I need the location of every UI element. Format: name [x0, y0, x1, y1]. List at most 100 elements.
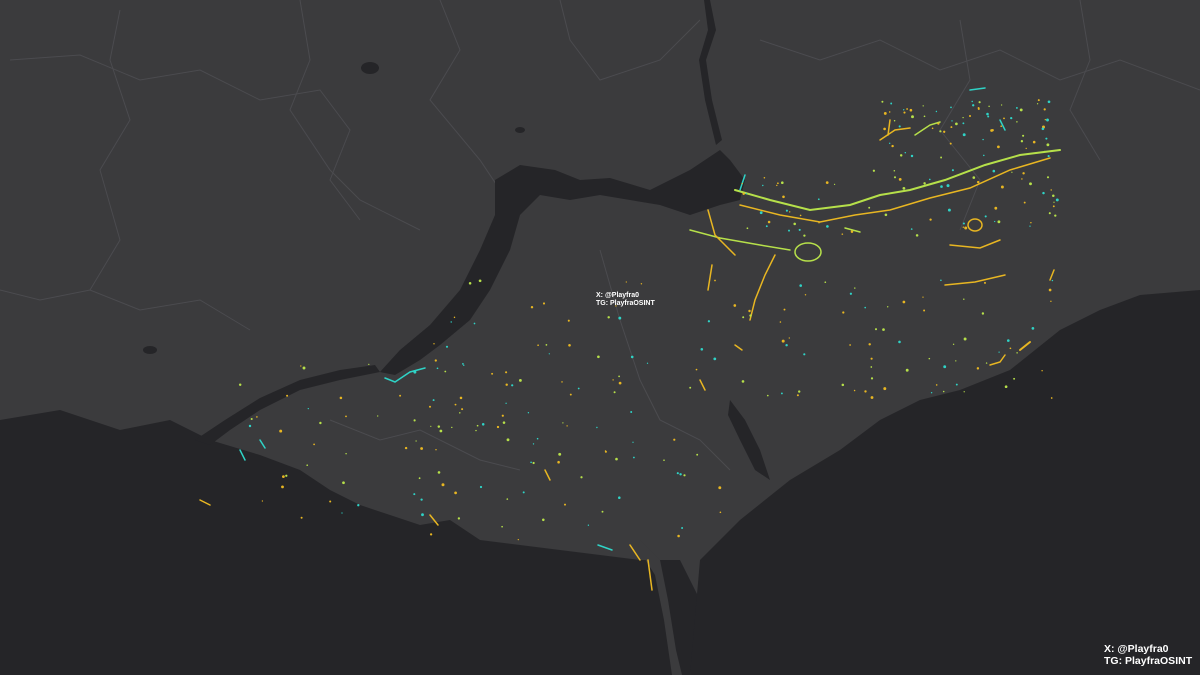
position-marker	[663, 459, 665, 461]
position-marker	[1047, 155, 1050, 158]
position-marker	[618, 375, 620, 378]
position-marker	[1042, 191, 1045, 195]
position-marker	[1021, 178, 1023, 180]
position-marker	[923, 182, 926, 185]
position-marker	[1043, 108, 1046, 111]
position-marker	[436, 367, 439, 370]
position-marker	[931, 127, 934, 130]
position-marker	[511, 384, 514, 387]
position-marker	[1003, 117, 1005, 120]
position-marker	[433, 343, 435, 345]
position-marker	[445, 345, 449, 348]
position-marker	[888, 142, 891, 145]
position-marker	[1052, 205, 1055, 208]
position-marker	[434, 359, 437, 362]
position-marker	[972, 104, 975, 107]
position-marker	[1048, 288, 1052, 292]
position-marker	[506, 438, 510, 442]
position-marker	[615, 457, 618, 461]
position-marker	[587, 524, 590, 526]
position-marker	[596, 426, 598, 429]
position-marker	[707, 320, 711, 323]
position-marker	[1019, 108, 1023, 112]
position-marker	[437, 425, 441, 428]
position-marker	[695, 368, 698, 371]
position-marker	[1046, 143, 1050, 147]
map-canvas[interactable]	[0, 0, 1200, 675]
position-marker	[911, 115, 914, 119]
position-marker	[766, 394, 769, 397]
position-marker	[532, 461, 535, 465]
position-marker	[429, 533, 433, 536]
position-marker	[962, 222, 965, 225]
position-marker	[776, 184, 778, 187]
position-marker	[339, 396, 343, 400]
position-marker	[803, 353, 806, 356]
position-marker	[285, 474, 288, 477]
position-marker	[420, 498, 423, 501]
position-marker	[1030, 221, 1032, 224]
position-marker	[947, 208, 951, 212]
position-marker	[939, 130, 942, 133]
position-marker	[788, 337, 790, 339]
position-marker	[713, 357, 717, 361]
position-marker	[935, 110, 938, 113]
position-marker	[793, 222, 796, 226]
position-marker	[542, 302, 546, 305]
position-marker	[601, 510, 604, 513]
position-marker	[567, 319, 570, 322]
position-marker	[994, 206, 998, 210]
position-marker	[890, 102, 893, 105]
position-marker	[357, 504, 360, 507]
position-marker	[789, 211, 791, 213]
position-marker	[962, 122, 965, 125]
position-marker	[1010, 116, 1013, 120]
position-marker	[1029, 225, 1031, 227]
position-marker	[984, 215, 987, 218]
position-marker	[461, 408, 464, 411]
position-marker	[888, 111, 891, 113]
position-marker	[842, 311, 845, 314]
position-marker	[696, 453, 699, 456]
position-marker	[976, 180, 980, 184]
position-marker	[745, 193, 748, 195]
position-marker	[345, 415, 347, 418]
position-marker	[824, 281, 827, 284]
position-marker	[300, 516, 303, 519]
position-marker	[987, 115, 990, 118]
position-marker	[478, 279, 482, 283]
position-marker	[536, 437, 539, 440]
position-marker	[976, 367, 980, 370]
position-marker	[864, 306, 866, 309]
position-marker	[903, 109, 905, 111]
position-marker	[491, 372, 494, 375]
position-marker	[473, 322, 476, 325]
position-marker	[548, 353, 550, 355]
position-marker	[777, 182, 779, 185]
position-marker	[767, 220, 771, 224]
position-marker	[496, 425, 500, 429]
position-marker	[1046, 118, 1049, 122]
position-marker	[963, 391, 965, 393]
position-marker	[345, 452, 347, 455]
position-marker	[841, 233, 844, 235]
position-marker	[462, 363, 464, 365]
position-marker	[1041, 370, 1043, 372]
position-marker	[881, 100, 884, 103]
position-marker	[597, 355, 600, 359]
position-marker	[479, 485, 483, 489]
position-marker	[1004, 385, 1008, 389]
position-marker	[940, 156, 943, 159]
position-marker	[868, 343, 871, 346]
position-marker	[420, 447, 424, 450]
position-marker	[1009, 347, 1012, 350]
position-marker	[733, 304, 737, 307]
position-marker	[977, 106, 980, 109]
position-marker	[882, 328, 885, 331]
position-marker	[891, 144, 894, 148]
position-marker	[849, 292, 853, 295]
position-marker	[785, 343, 788, 347]
position-marker	[1016, 121, 1018, 123]
position-marker	[481, 423, 485, 426]
position-marker	[329, 500, 332, 503]
